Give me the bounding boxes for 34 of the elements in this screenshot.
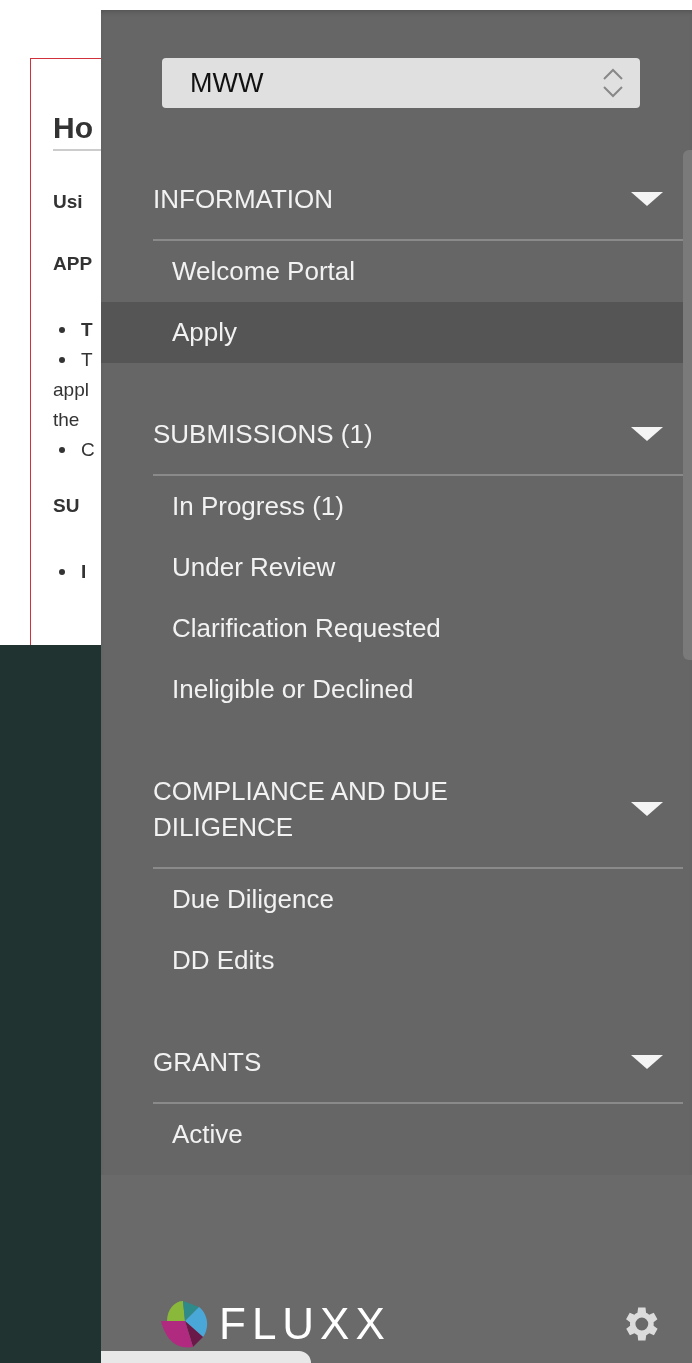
updown-chevron-icon bbox=[602, 67, 624, 99]
section-label: Usi bbox=[53, 191, 83, 213]
caret-icon[interactable] bbox=[631, 191, 663, 207]
bullet-icon bbox=[59, 327, 65, 333]
menu-item[interactable]: Active bbox=[101, 1104, 683, 1165]
section-header[interactable]: COMPLIANCE AND DUE DILIGENCE bbox=[153, 773, 553, 845]
section-label: APP bbox=[53, 253, 93, 275]
bullet-icon bbox=[59, 569, 65, 575]
section-header[interactable]: INFORMATION bbox=[153, 181, 334, 217]
menu-item[interactable]: Clarification Requested bbox=[101, 598, 683, 659]
menu-item[interactable]: Due Diligence bbox=[101, 869, 683, 930]
menu-item[interactable]: In Progress (1) bbox=[101, 476, 683, 537]
list-text: T bbox=[81, 348, 93, 372]
caret-icon[interactable] bbox=[631, 426, 663, 442]
caret-icon[interactable] bbox=[631, 801, 663, 817]
bullet-icon bbox=[59, 447, 65, 453]
caret-icon[interactable] bbox=[631, 1054, 663, 1070]
scrollbar[interactable] bbox=[683, 150, 692, 660]
logo-text: FLUXX bbox=[219, 1299, 391, 1349]
program-select[interactable]: MWW bbox=[162, 58, 640, 108]
bullet-icon bbox=[59, 357, 65, 363]
list-text: T bbox=[81, 318, 93, 342]
list-text: appl bbox=[53, 378, 89, 402]
list-text: C bbox=[81, 438, 95, 462]
section-header[interactable]: SUBMISSIONS (1) bbox=[153, 416, 373, 452]
menu-item[interactable]: Welcome Portal bbox=[101, 241, 683, 302]
section-label: SU bbox=[53, 495, 80, 517]
menu-item[interactable]: Apply bbox=[101, 302, 683, 363]
list-text: I bbox=[81, 560, 87, 584]
menu-item[interactable]: Under Review bbox=[101, 537, 683, 598]
menu-item[interactable]: DD Edits bbox=[101, 930, 683, 991]
menu-item[interactable]: Ineligible or Declined bbox=[101, 659, 683, 720]
section-header[interactable]: GRANTS bbox=[153, 1044, 262, 1080]
list-text: the bbox=[53, 408, 80, 432]
